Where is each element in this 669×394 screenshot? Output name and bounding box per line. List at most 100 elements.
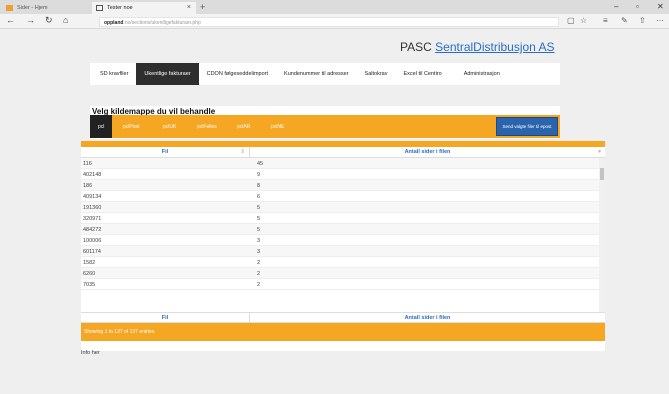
cell-fil: 186 [83,183,93,189]
table-scrollbar[interactable] [599,158,605,312]
table-row[interactable]: 1582 2 [81,257,605,268]
cell-antall: 9 [257,172,261,178]
home-icon[interactable]: ⌂ [63,15,68,25]
brand-prefix: PASC [400,40,432,54]
cell-antall: 5 [257,227,261,233]
page-favicon-icon [96,5,103,11]
table-row[interactable]: 484272 5 [81,224,605,235]
cell-fil: 402148 [83,172,102,178]
cell-fil: 320971 [83,216,102,222]
cell-fil: 1582 [83,260,96,266]
cell-antall: 5 [257,205,261,211]
footer-column-antall: Antall sider i filen [404,314,451,321]
scrollbar-thumb[interactable] [600,168,604,180]
column-header-antall[interactable]: Antall sider i filen ▾ [250,147,605,157]
main-menu: SD kravfiler Ukentlige fakturaer CDON fø… [90,63,560,85]
entries-count: Showing 1 to 137 of 137 entries [84,329,155,335]
menu-item-saltokrav[interactable]: Saltokrav [357,63,396,85]
table-info-bar: Showing 1 to 137 of 137 entries [81,323,605,341]
cell-antall: 6 [257,194,261,200]
folder-pclne[interactable]: pclNE [266,121,289,133]
close-tab-icon[interactable]: × [187,4,191,11]
web-note-icon[interactable]: ✎ [621,16,628,25]
cell-antall: 2 [257,260,261,266]
folder-bar: pcl pclPost pclUK pclFelles pclAR pclNE … [90,115,560,138]
back-icon[interactable]: ← [6,15,15,25]
table-row[interactable]: 402148 9 [81,169,605,180]
folder-pclar[interactable]: pclAR [232,121,255,133]
cell-antall: 2 [257,271,261,277]
menu-item-cdon[interactable]: CDON følgeseddelimport [199,63,276,85]
url-host: oppland [104,20,124,26]
page-content: PASC SentralDistribusjon AS SD kravfiler… [0,30,669,394]
sort-desc-icon: ▾ [598,149,601,155]
maximize-icon[interactable]: ▫ [636,2,639,11]
close-window-icon[interactable]: ✕ [657,2,664,11]
more-icon[interactable]: ⋯ [656,16,664,25]
menu-item-excel[interactable]: Excel til Centiro [395,63,449,85]
cell-antall: 45 [257,161,264,167]
brand-link[interactable]: SentralDistribusjon AS [435,40,554,54]
info-text: Info her [81,350,100,356]
hub-icon[interactable]: ≡ [603,16,608,25]
column-header-fil[interactable]: Fil ⇕ [81,147,250,157]
table-header: Fil ⇕ Antall sider i filen ▾ [81,147,605,158]
table-row[interactable]: 191360 5 [81,202,605,213]
tab-label: Tester noe [107,5,133,11]
url-path: .no/sections/ukentligefakturaer.php [123,20,201,26]
table-row[interactable]: 601174 3 [81,246,605,257]
cell-fil: 191360 [83,205,102,211]
table-row[interactable]: 409134 6 [81,191,605,202]
folder-pcl[interactable]: pcl [90,115,113,138]
table-row[interactable]: 320971 5 [81,213,605,224]
table-row[interactable]: 186 8 [81,180,605,191]
menu-item-ukentlige-fakturaer[interactable]: Ukentlige fakturaer [136,63,199,85]
tab-label: Sider - Hjem [17,5,48,11]
forward-icon[interactable]: → [26,15,35,25]
site-brand: PASC SentralDistribusjon AS [400,40,555,54]
column-header-label: Fil [161,149,169,155]
url-input[interactable]: oppland.no/sections/ukentligefakturaer.p… [99,17,559,27]
table-footer-header: Fil Antall sider i filen [81,312,605,323]
menu-item-kundenummer[interactable]: Kundenummer til adresser [276,63,357,85]
cell-fil: 7035 [83,282,96,288]
minimize-icon[interactable]: – [614,2,618,11]
table-row[interactable]: 7035 2 [81,279,605,290]
send-files-button[interactable]: Send valgte filer til epost [496,117,558,136]
menu-item-administrasjon[interactable]: Administrasjon [456,63,508,85]
table-rows: 116 45 402148 9 186 8 409134 6 191360 5 32097… [81,158,605,290]
browser-tab-sider[interactable]: Sider - Hjem [2,2,86,14]
cell-fil: 116 [83,161,92,167]
reading-view-icon[interactable]: ▢ [567,16,575,25]
folder-pclpost[interactable]: pclPost [118,121,144,133]
column-header-label: Antall sider i filen [404,149,451,155]
sort-icon: ⇕ [240,149,245,155]
cell-fil: 484272 [83,227,102,233]
cell-antall: 3 [257,238,261,244]
cell-antall: 5 [257,216,261,222]
address-bar: ← → ↻ ⌂ oppland.no/sections/ukentligefak… [0,14,669,29]
refresh-icon[interactable]: ↻ [45,15,53,26]
browser-tab-active[interactable]: Tester noe × [92,2,196,14]
cell-fil: 601174 [83,249,101,255]
table-row[interactable]: 116 45 [81,158,605,169]
cell-antall: 3 [257,249,261,255]
menu-item-sd-kravfiler[interactable]: SD kravfiler [92,63,136,85]
footer-column-fil: Fil [81,313,250,322]
table-row[interactable]: 100006 3 [81,235,605,246]
browser-tab-bar: Sider - Hjem Tester noe × + – ▫ ✕ [0,0,669,14]
table-body: 116 45 402148 9 186 8 409134 6 191360 5 32097… [81,158,605,312]
cell-fil: 409134 [83,194,102,200]
files-table: Fil ⇕ Antall sider i filen ▾ 116 45 40214… [81,141,605,351]
favorite-star-icon[interactable]: ☆ [580,16,587,25]
folder-pcluk[interactable]: pclUK [158,121,181,133]
folder-pclfelles[interactable]: pclFelles [192,121,222,133]
page-favicon-icon [6,5,13,11]
new-tab-icon[interactable]: + [200,2,205,12]
cell-fil: 100006 [83,238,102,244]
cell-antall: 2 [257,282,261,288]
share-icon[interactable]: ⇧ [639,16,646,25]
source-folder-panel: Velg kildemappe du vil behandle pcl pclP… [90,106,560,139]
cell-fil: 6260 [83,271,96,277]
table-row[interactable]: 6260 2 [81,268,605,279]
